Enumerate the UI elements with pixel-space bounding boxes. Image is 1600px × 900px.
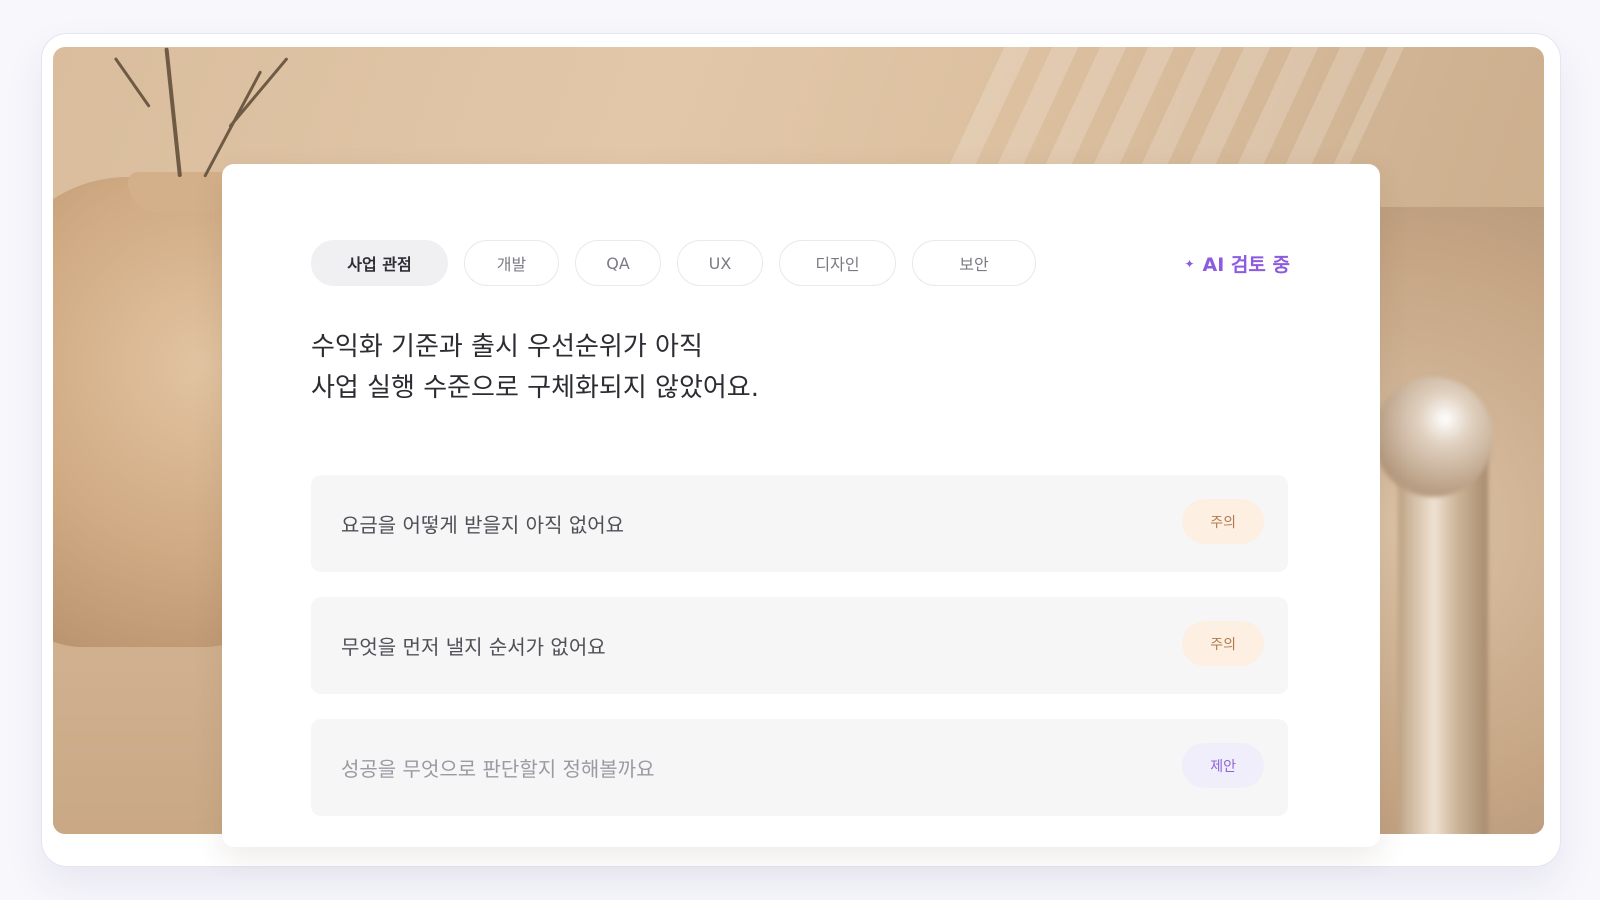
warning-badge: 주의 — [1182, 621, 1264, 666]
tab-ux[interactable]: UX — [677, 240, 763, 286]
suggestion-badge: 제안 — [1182, 743, 1264, 788]
issue-text: 요금을 어떻게 받을지 아직 없어요 — [341, 513, 625, 537]
faucet-head-shape — [1373, 377, 1493, 497]
ai-review-status: ✦ AI 검토 중 — [1184, 250, 1290, 277]
perspective-tabs: 사업 관점 개발 QA UX 디자인 보안 — [311, 240, 1036, 286]
tab-design[interactable]: 디자인 — [779, 240, 896, 286]
review-card: 사업 관점 개발 QA UX 디자인 보안 ✦ AI 검토 중 수익화 기준과 … — [222, 164, 1380, 847]
tab-business[interactable]: 사업 관점 — [311, 240, 448, 286]
branch-3 — [113, 56, 151, 108]
issue-list: 요금을 어떻게 받을지 아직 없어요 주의 무엇을 먼저 낼지 순서가 없어요 … — [311, 475, 1288, 841]
issue-item[interactable]: 무엇을 먼저 낼지 순서가 없어요 주의 — [311, 597, 1288, 694]
branch-1 — [164, 47, 182, 178]
ai-review-label: AI 검토 중 — [1202, 254, 1290, 276]
tab-qa[interactable]: QA — [575, 240, 661, 286]
branch-4 — [228, 57, 289, 128]
headline-line-1: 수익화 기준과 출시 우선순위가 아직 — [311, 332, 703, 362]
issue-item[interactable]: 성공을 무엇으로 판단할지 정해볼까요 제안 — [311, 719, 1288, 816]
issue-text: 성공을 무엇으로 판단할지 정해볼까요 — [341, 757, 655, 781]
issue-text: 무엇을 먼저 낼지 순서가 없어요 — [341, 635, 606, 659]
review-headline: 수익화 기준과 출시 우선순위가 아직 사업 실행 수준으로 구체화되지 않았어… — [311, 327, 1111, 409]
tab-development[interactable]: 개발 — [464, 240, 559, 286]
tab-security[interactable]: 보안 — [912, 240, 1036, 286]
sparkle-icon: ✦ — [1184, 256, 1195, 271]
issue-item[interactable]: 요금을 어떻게 받을지 아직 없어요 주의 — [311, 475, 1288, 572]
warning-badge: 주의 — [1182, 499, 1264, 544]
headline-line-2: 사업 실행 수준으로 구체화되지 않았어요. — [311, 373, 759, 403]
